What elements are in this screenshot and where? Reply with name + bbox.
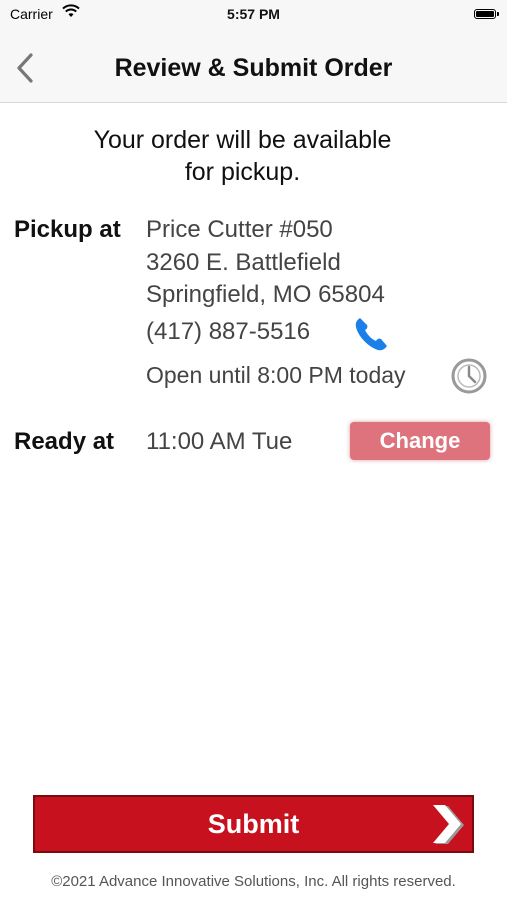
store-hours: Open until 8:00 PM today <box>146 362 406 388</box>
store-name: Price Cutter #050 <box>146 216 333 243</box>
phone-icon[interactable] <box>352 314 392 354</box>
ready-label: Ready at <box>14 428 115 455</box>
change-time-button[interactable]: Change <box>350 422 490 460</box>
navigation-bar: Review & Submit Order <box>0 30 507 103</box>
store-address-line-2: Springfield, MO 65804 <box>146 281 385 308</box>
ready-time: 11:00 AM Tue <box>146 428 293 455</box>
submit-label: Submit <box>207 809 300 839</box>
chevron-right-icon <box>433 805 464 844</box>
store-address-line-1: 3260 E. Battlefield <box>146 249 341 276</box>
battery-icon <box>474 9 499 19</box>
clock-time: 5:57 PM <box>227 6 280 22</box>
pickup-notice-line-2: for pickup. <box>184 158 301 186</box>
copyright-footer: ©2021 Advance Innovative Solutions, Inc.… <box>51 873 456 890</box>
pickup-label: Pickup at <box>14 216 121 243</box>
pickup-notice: Your order will be available for pickup. <box>60 124 425 188</box>
page-title: Review & Submit Order <box>114 54 393 82</box>
submit-button[interactable]: Submit <box>33 795 474 853</box>
store-phone[interactable]: (417) 887-5516 <box>146 318 310 346</box>
clock-icon <box>451 358 487 394</box>
status-bar: Carrier 5:57 PM <box>0 0 507 30</box>
pickup-notice-line-1: Your order will be available <box>93 126 392 154</box>
